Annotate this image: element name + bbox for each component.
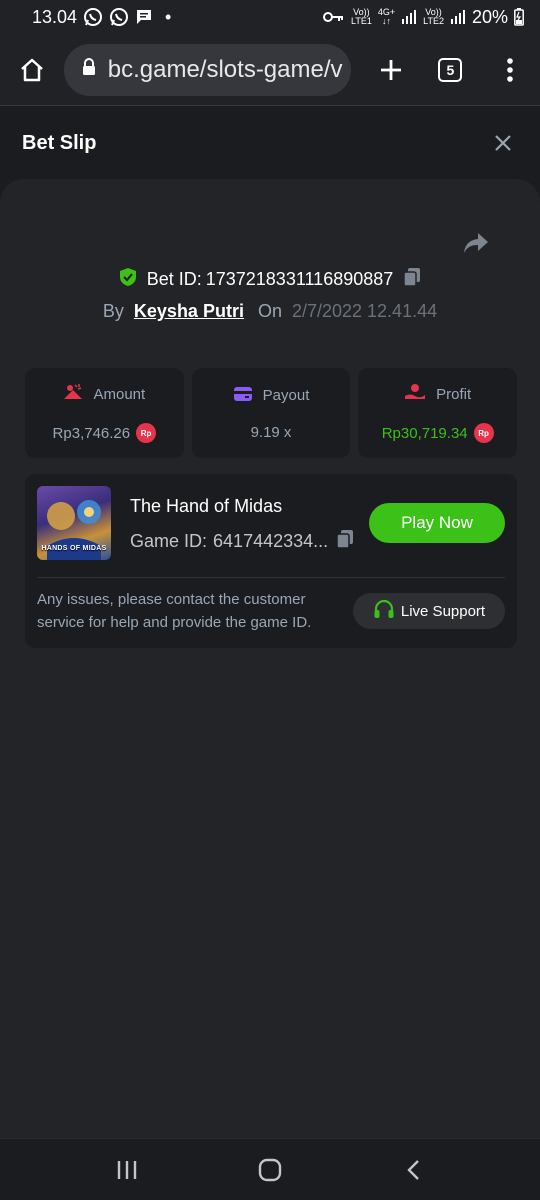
verified-shield-icon — [119, 267, 137, 292]
by-label: By — [102, 301, 124, 321]
close-icon — [495, 135, 511, 151]
lock-icon — [82, 58, 96, 81]
share-button[interactable] — [462, 231, 490, 255]
amount-value: Rp3,746.26 — [52, 424, 131, 442]
headset-icon — [373, 599, 395, 623]
game-id-label: Game ID: — [130, 531, 208, 551]
live-support-button[interactable]: Live Support — [353, 593, 505, 629]
profit-icon — [404, 383, 426, 405]
profit-value: Rp30,719.34 — [381, 424, 468, 442]
plus-icon — [380, 59, 401, 80]
bet-slip-header: Bet Slip — [0, 107, 540, 179]
browser-toolbar: bc.game/slots-game/v 5 — [0, 34, 540, 106]
profit-stat: Profit Rp30,719.34 Rp — [358, 368, 518, 458]
whatsapp-icon — [109, 7, 129, 27]
bet-id-value: 1737218331116890887 — [205, 269, 394, 289]
status-time: 13.04 — [32, 6, 78, 27]
battery-charging-icon — [514, 8, 524, 26]
game-thumbnail[interactable]: HANDS OF MIDAS — [37, 486, 111, 560]
new-tab-button[interactable] — [361, 34, 421, 106]
copy-icon — [403, 268, 421, 287]
more-vert-icon — [507, 57, 513, 82]
support-help-text: Any issues, please contact the customer … — [37, 591, 312, 631]
copy-bet-id-button[interactable] — [403, 267, 421, 292]
on-label: On — [257, 301, 282, 321]
bet-id-label: Bet ID: — [146, 269, 202, 289]
currency-badge: Rp — [136, 423, 157, 443]
game-id-value: 6417442334... — [213, 531, 329, 551]
payout-value: 9.19 x — [250, 423, 292, 441]
game-panel: HANDS OF MIDAS The Hand of Midas Game ID… — [25, 474, 517, 648]
thumbnail-label: HANDS OF MIDAS — [41, 545, 107, 552]
home-circle-icon — [258, 1158, 282, 1181]
amount-label: Amount — [93, 385, 146, 403]
bet-stats: Amount Rp3,746.26 Rp Payout 9.19 x Profi… — [25, 368, 518, 458]
home-button[interactable] — [0, 34, 64, 106]
share-icon — [464, 233, 488, 253]
page-content: Bet Slip Bet ID: 1737218331116890887 By … — [0, 107, 540, 1138]
status-bar: 13.04 • Vo)) LTE1 4G+ ↓↑ Vo)) LTE2 20% — [0, 0, 540, 34]
home-nav-button[interactable] — [240, 1145, 300, 1195]
bet-slip-card: Bet ID: 1737218331116890887 By Keysha Pu… — [0, 179, 540, 1138]
recent-apps-button[interactable] — [97, 1145, 157, 1195]
signal-icon — [401, 9, 417, 25]
tab-switcher-button[interactable]: 5 — [420, 34, 480, 106]
battery-level: 20% — [471, 6, 508, 27]
whatsapp-icon — [83, 7, 103, 27]
menu-button[interactable] — [480, 34, 540, 106]
live-support-label: Live Support — [400, 602, 486, 620]
amount-stat: Amount Rp3,746.26 Rp — [25, 368, 184, 458]
tab-count: 5 — [438, 57, 463, 82]
network-lte2: Vo)) LTE2 — [423, 7, 444, 26]
home-icon — [21, 58, 43, 81]
amount-icon — [63, 383, 83, 405]
page-title: Bet Slip — [22, 131, 97, 154]
url-text: bc.game/slots-game/v — [107, 55, 343, 83]
divider — [37, 577, 505, 578]
close-button[interactable] — [488, 128, 518, 158]
network-lte1: Vo)) LTE1 — [351, 7, 372, 26]
game-name: The Hand of Midas — [130, 496, 283, 516]
profit-label: Profit — [436, 385, 472, 403]
play-now-button[interactable]: Play Now — [369, 503, 505, 543]
payout-label: Payout — [262, 387, 310, 404]
copy-icon — [336, 530, 354, 549]
bet-id-row: Bet ID: 1737218331116890887 — [0, 267, 540, 292]
notification-dot: • — [165, 6, 172, 27]
network-4g: 4G+ ↓↑ — [377, 7, 396, 26]
payout-stat: Payout 9.19 x — [191, 368, 351, 458]
copy-game-id-button[interactable] — [336, 529, 354, 554]
bet-meta-row: By Keysha Putri On 2/7/2022 12.41.44 — [0, 301, 540, 322]
back-chevron-icon — [406, 1159, 419, 1180]
currency-badge: Rp — [473, 423, 494, 443]
wallet-icon — [233, 386, 253, 406]
system-navigation-bar — [0, 1138, 540, 1200]
message-icon — [135, 8, 153, 26]
address-bar[interactable]: bc.game/slots-game/v — [63, 43, 351, 96]
bet-date: 2/7/2022 12.41.44 — [291, 301, 438, 321]
user-link[interactable]: Keysha Putri — [134, 301, 244, 322]
signal-icon — [450, 9, 466, 25]
game-id-row: Game ID: 6417442334... — [130, 529, 354, 554]
vpn-key-icon — [323, 10, 345, 24]
back-button[interactable] — [383, 1145, 443, 1195]
recent-apps-icon — [118, 1160, 137, 1179]
